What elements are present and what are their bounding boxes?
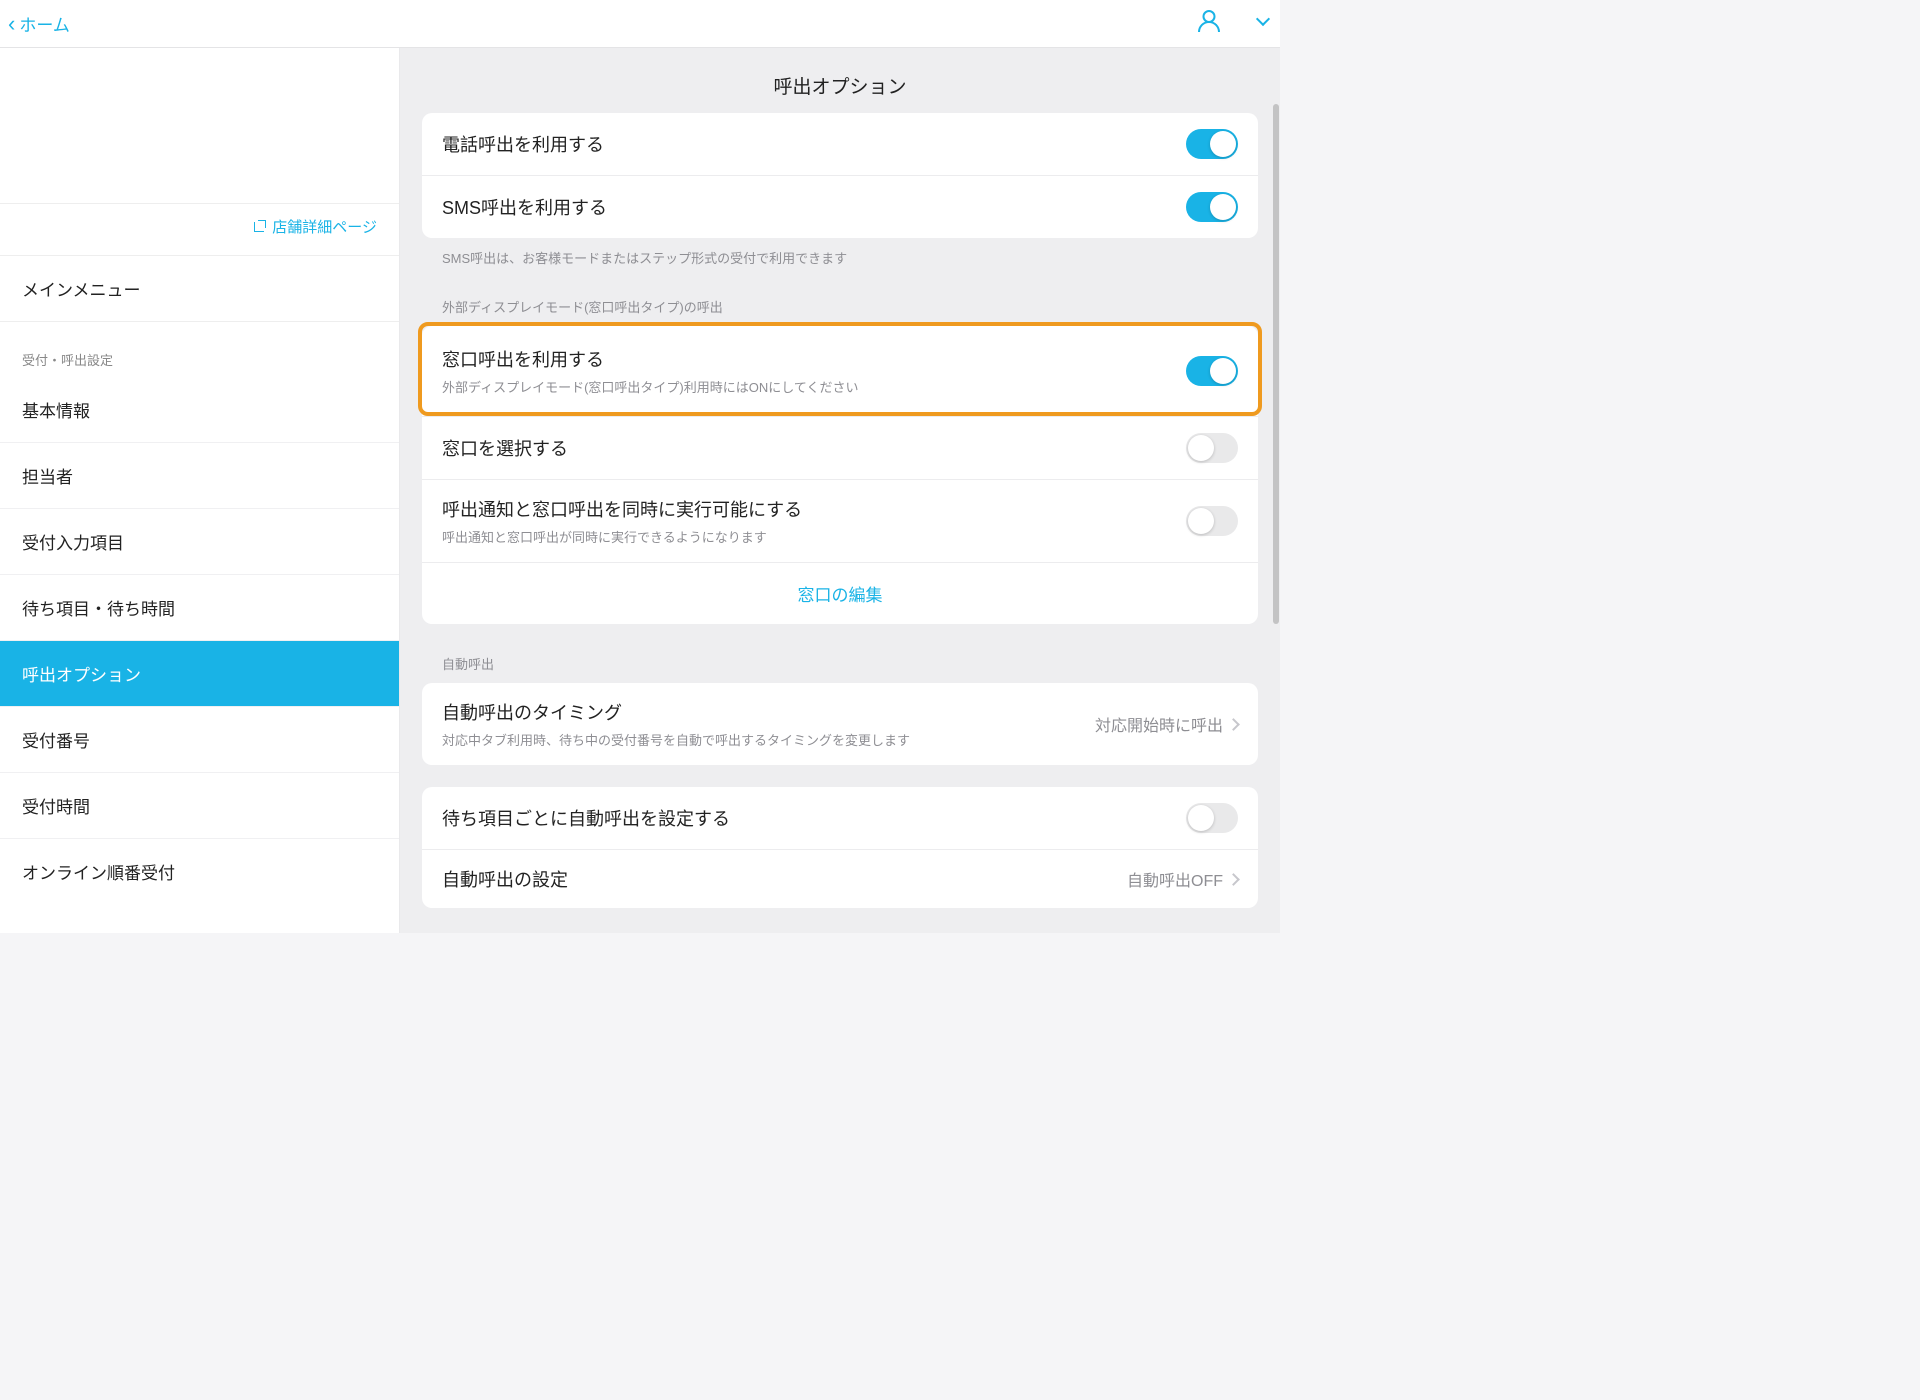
row-title: 自動呼出の設定	[442, 866, 1117, 892]
nav-list: 基本情報担当者受付入力項目待ち項目・待ち時間呼出オプション受付番号受付時間オンラ…	[0, 377, 399, 933]
top-actions	[1198, 10, 1268, 37]
call-basic-card: 電話呼出を利用する SMS呼出を利用する	[422, 113, 1258, 238]
store-link-label: 店舗詳細ページ	[272, 219, 377, 236]
sidebar-item-0[interactable]: 基本情報	[0, 377, 399, 442]
sidebar-item-2[interactable]: 受付入力項目	[0, 508, 399, 574]
sidebar-item-1[interactable]: 担当者	[0, 442, 399, 508]
settings-heading: 受付・呼出設定	[0, 322, 399, 377]
sidebar-item-5[interactable]: 受付番号	[0, 706, 399, 772]
row-auto-call-settings[interactable]: 自動呼出の設定 自動呼出OFF	[422, 849, 1258, 908]
person-icon	[1198, 10, 1220, 32]
store-detail-link[interactable]: 店舗詳細ページ	[254, 219, 377, 236]
row-value: 自動呼出OFF	[1127, 867, 1223, 891]
row-phone-call: 電話呼出を利用する	[422, 113, 1258, 175]
row-simultaneous-call: 呼出通知と窓口呼出を同時に実行可能にする 呼出通知と窓口呼出が同時に実行できるよ…	[422, 479, 1258, 562]
back-button[interactable]: ‹ ホーム	[8, 11, 70, 36]
auto-call-settings-card: 待ち項目ごとに自動呼出を設定する 自動呼出の設定 自動呼出OFF	[422, 787, 1258, 908]
external-link-icon	[254, 220, 266, 232]
sidebar: 店舗詳細ページ メインメニュー 受付・呼出設定 基本情報担当者受付入力項目待ち項…	[0, 48, 400, 933]
row-sub: 外部ディスプレイモード(窓口呼出タイプ)利用時にはONにしてください	[442, 377, 1176, 396]
toggle-phone-call[interactable]	[1186, 129, 1238, 159]
user-button[interactable]	[1198, 10, 1220, 37]
sidebar-item-3[interactable]: 待ち項目・待ち時間	[0, 574, 399, 640]
row-sms-call: SMS呼出を利用する	[422, 175, 1258, 238]
row-sub: 呼出通知と窓口呼出が同時に実行できるようになります	[442, 527, 1176, 546]
top-bar: ‹ ホーム	[0, 0, 1280, 48]
row-title: 窓口呼出を利用する	[442, 346, 1176, 372]
sidebar-item-7[interactable]: オンライン順番受付	[0, 838, 399, 904]
row-title: 待ち項目ごとに自動呼出を設定する	[442, 805, 1176, 831]
window-call-section-label: 外部ディスプレイモード(窓口呼出タイプ)の呼出	[442, 297, 1238, 316]
toggle-use-window-call[interactable]	[1186, 356, 1238, 386]
auto-call-timing-card: 自動呼出のタイミング 対応中タブ利用時、待ち中の受付番号を自動で呼出するタイミン…	[422, 683, 1258, 765]
chevron-down-icon	[1256, 12, 1270, 26]
row-auto-call-timing[interactable]: 自動呼出のタイミング 対応中タブ利用時、待ち中の受付番号を自動で呼出するタイミン…	[422, 683, 1258, 765]
row-select-window: 窓口を選択する	[422, 416, 1258, 479]
chevron-left-icon: ‹	[8, 13, 15, 35]
store-link-wrap: 店舗詳細ページ	[0, 204, 399, 256]
dropdown-button[interactable]	[1258, 14, 1268, 33]
row-title: SMS呼出を利用する	[442, 194, 1176, 220]
row-value: 対応開始時に呼出	[1095, 712, 1223, 736]
toggle-sms-call[interactable]	[1186, 192, 1238, 222]
auto-call-section-label: 自動呼出	[442, 654, 1238, 673]
edit-windows-row: 窓口の編集	[422, 562, 1258, 624]
row-title: 呼出通知と窓口呼出を同時に実行可能にする	[442, 496, 1176, 522]
row-use-window-call: 窓口呼出を利用する 外部ディスプレイモード(窓口呼出タイプ)利用時にはONにして…	[422, 326, 1258, 416]
sidebar-item-4[interactable]: 呼出オプション	[0, 640, 399, 706]
page-title: 呼出オプション	[400, 48, 1280, 113]
toggle-select-window[interactable]	[1186, 433, 1238, 463]
row-sub: 対応中タブ利用時、待ち中の受付番号を自動で呼出するタイミングを変更します	[442, 730, 1085, 749]
row-auto-call-per-item: 待ち項目ごとに自動呼出を設定する	[422, 787, 1258, 849]
main-menu-block[interactable]: メインメニュー	[0, 256, 399, 322]
toggle-auto-call-per-item[interactable]	[1186, 803, 1238, 833]
chevron-right-icon	[1227, 873, 1240, 886]
back-label: ホーム	[19, 11, 70, 36]
row-title: 電話呼出を利用する	[442, 131, 1176, 157]
sms-hint: SMS呼出は、お客様モードまたはステップ形式の受付で利用できます	[442, 248, 1238, 267]
sidebar-item-6[interactable]: 受付時間	[0, 772, 399, 838]
toggle-simultaneous-call[interactable]	[1186, 506, 1238, 536]
edit-windows-link[interactable]: 窓口の編集	[798, 586, 883, 605]
main-panel: 呼出オプション 電話呼出を利用する SMS呼出を利用する SMS呼出は、お客様モ…	[400, 48, 1280, 933]
window-call-card: 窓口呼出を利用する 外部ディスプレイモード(窓口呼出タイプ)利用時にはONにして…	[422, 326, 1258, 624]
main-menu-heading: メインメニュー	[0, 256, 399, 321]
row-title: 自動呼出のタイミング	[442, 699, 1085, 725]
row-title: 窓口を選択する	[442, 435, 1176, 461]
store-info-area	[0, 48, 399, 204]
chevron-right-icon	[1227, 718, 1240, 731]
